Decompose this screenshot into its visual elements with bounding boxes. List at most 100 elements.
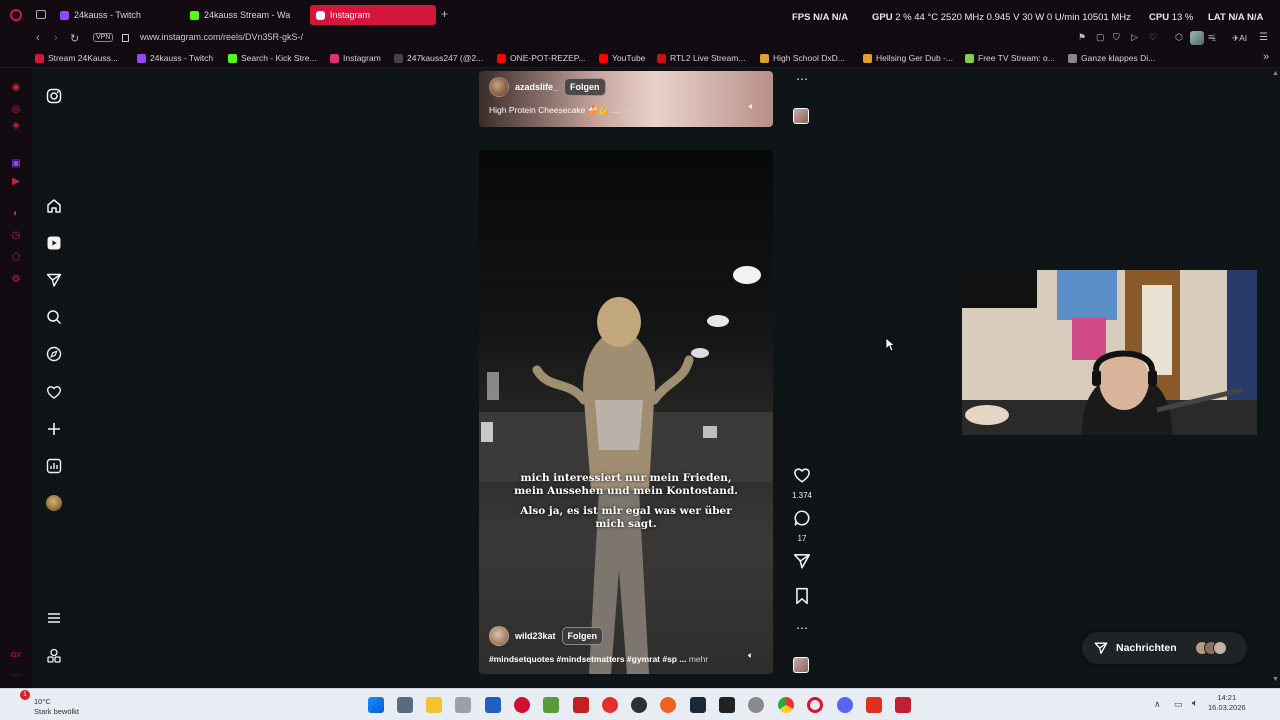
chrome-icon[interactable]	[778, 697, 794, 713]
heart-notifications-icon[interactable]	[44, 382, 64, 402]
new-tab-button[interactable]: +	[441, 7, 448, 21]
bookmark-item[interactable]: Free TV Stream: o...	[965, 53, 1055, 63]
direct-message-icon[interactable]	[44, 270, 64, 290]
minecraft-icon[interactable]	[543, 697, 559, 713]
vscode-icon[interactable]	[485, 697, 501, 713]
instagram-sidebar-icon[interactable]: ◈	[10, 120, 22, 132]
aria-icon[interactable]: ◉	[10, 82, 22, 94]
bookmark-item[interactable]: Hellsing Ger Dub -...	[863, 53, 953, 63]
history-icon[interactable]: ◷	[10, 230, 22, 242]
windows-start-icon[interactable]	[368, 697, 384, 713]
explore-icon[interactable]	[44, 344, 64, 364]
back-icon[interactable]: ‹	[36, 32, 40, 44]
twitch-sidebar-icon[interactable]: ▣	[10, 158, 22, 170]
instagram-logo-icon[interactable]	[44, 86, 64, 106]
bookmark-item[interactable]: YouTube	[599, 53, 645, 63]
ai-button[interactable]: ✈AI	[1232, 33, 1247, 44]
messages-button[interactable]: Nachrichten	[1082, 632, 1247, 664]
opera-icon[interactable]	[807, 697, 823, 713]
extensions-sidebar-icon[interactable]: ⬠	[10, 252, 22, 264]
follow-button[interactable]: Folgen	[564, 78, 606, 96]
stream-app-icon[interactable]	[895, 697, 911, 713]
reel-caption[interactable]: High Protein Cheesecake 🍰💪 ... mehr	[489, 105, 640, 116]
game-icon[interactable]	[573, 697, 589, 713]
weather-widget[interactable]: 1 10°C Stark bewölkt	[12, 690, 79, 717]
profile-avatar[interactable]	[1190, 31, 1204, 45]
shield-icon[interactable]: ⛉	[1113, 32, 1120, 43]
settings-gear-icon[interactable]	[748, 697, 764, 713]
snapshot-icon[interactable]: ▢	[1096, 32, 1105, 43]
comment-button[interactable]: 17	[787, 509, 817, 543]
file-explorer-icon[interactable]	[426, 697, 442, 713]
mute-icon[interactable]: 🔈︎	[749, 101, 754, 112]
page-scrollbar[interactable]: ▲ ▼	[1270, 68, 1280, 688]
pin-icon[interactable]: ⚑	[1078, 32, 1086, 43]
settings-menu-icon[interactable]: ☰	[1259, 32, 1268, 43]
heart-icon[interactable]: ♡	[1149, 32, 1157, 43]
tab-kick[interactable]: 24kauss Stream - Wa	[184, 5, 310, 25]
follow-button[interactable]: Folgen	[561, 627, 604, 645]
profile-avatar-icon[interactable]	[44, 493, 64, 513]
create-plus-icon[interactable]	[44, 419, 64, 439]
bookmark-item[interactable]: Ganze klappes Di...	[1068, 53, 1155, 63]
mute-icon[interactable]: 🔈︎	[748, 650, 753, 661]
reel-video-previous[interactable]: azadslife_ Folgen High Protein Cheesecak…	[479, 71, 773, 127]
tray-overflow-icon[interactable]: ∧	[1154, 699, 1161, 710]
network-icon[interactable]: ▭	[1174, 699, 1183, 710]
hamburger-menu-icon[interactable]	[44, 608, 64, 628]
more-options-icon[interactable]: ⋯	[787, 621, 817, 635]
youtube-sidebar-icon[interactable]: ▶	[10, 176, 22, 188]
reload-icon[interactable]: ↻	[70, 32, 79, 45]
bookmark-item[interactable]: 24kauss - Twitch	[137, 53, 213, 63]
more-options-icon[interactable]: ⋯	[787, 72, 817, 86]
like-button[interactable]: 1.374	[787, 466, 817, 500]
audio-thumbnail[interactable]	[793, 657, 809, 673]
bookmark-item[interactable]: ONE-POT-REZEP...	[497, 53, 585, 63]
bookmark-item[interactable]: RTL2 Live Stream...	[657, 53, 745, 63]
share-button[interactable]	[787, 552, 817, 575]
bookmark-item[interactable]: Stream 24Kauss...	[35, 53, 118, 63]
obs-icon[interactable]	[631, 697, 647, 713]
reel-video[interactable]: mich interessiert nur mein Frieden, mein…	[479, 150, 773, 674]
clock[interactable]: 14:21 16.03.2026	[1208, 693, 1246, 713]
search-icon[interactable]	[44, 307, 64, 327]
opera-gx-icon[interactable]	[514, 697, 530, 713]
steam-icon[interactable]	[690, 697, 706, 713]
tab-instagram[interactable]: Instagram	[310, 5, 436, 25]
reels-icon[interactable]	[44, 233, 64, 253]
player-icon[interactable]: ◐	[10, 208, 22, 220]
scroll-down-icon[interactable]: ▼	[1272, 676, 1279, 683]
also-from-meta-icon[interactable]	[44, 646, 64, 666]
settings-icon[interactable]: ⚙	[10, 274, 22, 286]
author-username[interactable]: wild23kat	[515, 631, 556, 641]
extensions-icon[interactable]: ⬡	[1175, 32, 1183, 43]
scroll-up-icon[interactable]: ▲	[1272, 70, 1279, 77]
bookmark-item[interactable]: High School DxD...	[760, 53, 845, 63]
discord-icon[interactable]	[837, 697, 853, 713]
bookmark-item[interactable]: Instagram	[330, 53, 381, 63]
audio-thumbnail[interactable]	[793, 108, 809, 124]
vpn-badge[interactable]: VPN	[93, 33, 114, 42]
save-button[interactable]	[787, 587, 817, 610]
tab-overview-icon[interactable]	[36, 10, 46, 19]
reel-caption[interactable]: #mindsetquotes #mindsetmatters #gymrat #…	[489, 654, 708, 664]
download-icon[interactable]: ⤓	[1212, 32, 1216, 43]
app-icon[interactable]	[866, 697, 882, 713]
messenger-icon[interactable]: ◎	[10, 104, 22, 116]
tab-twitch[interactable]: 24kauss - Twitch	[54, 5, 180, 25]
calculator-icon[interactable]	[397, 697, 413, 713]
volume-icon[interactable]: 🔈︎	[1192, 698, 1198, 709]
play-icon[interactable]: ▷	[1131, 32, 1138, 43]
opera-logo-icon[interactable]	[10, 9, 22, 21]
bookmark-item[interactable]: Search - Kick Stre...	[228, 53, 317, 63]
author-avatar[interactable]	[489, 626, 509, 646]
origin-icon[interactable]	[660, 697, 676, 713]
bookmark-item[interactable]: 247kauss247 (@2...	[394, 53, 483, 63]
home-icon[interactable]	[44, 196, 64, 216]
bookmarks-overflow-icon[interactable]: »	[1263, 51, 1269, 63]
author-avatar[interactable]	[489, 77, 509, 97]
usb-icon[interactable]	[455, 697, 471, 713]
media-icon[interactable]	[602, 697, 618, 713]
dashboard-icon[interactable]	[44, 456, 64, 476]
epic-games-icon[interactable]	[719, 697, 735, 713]
